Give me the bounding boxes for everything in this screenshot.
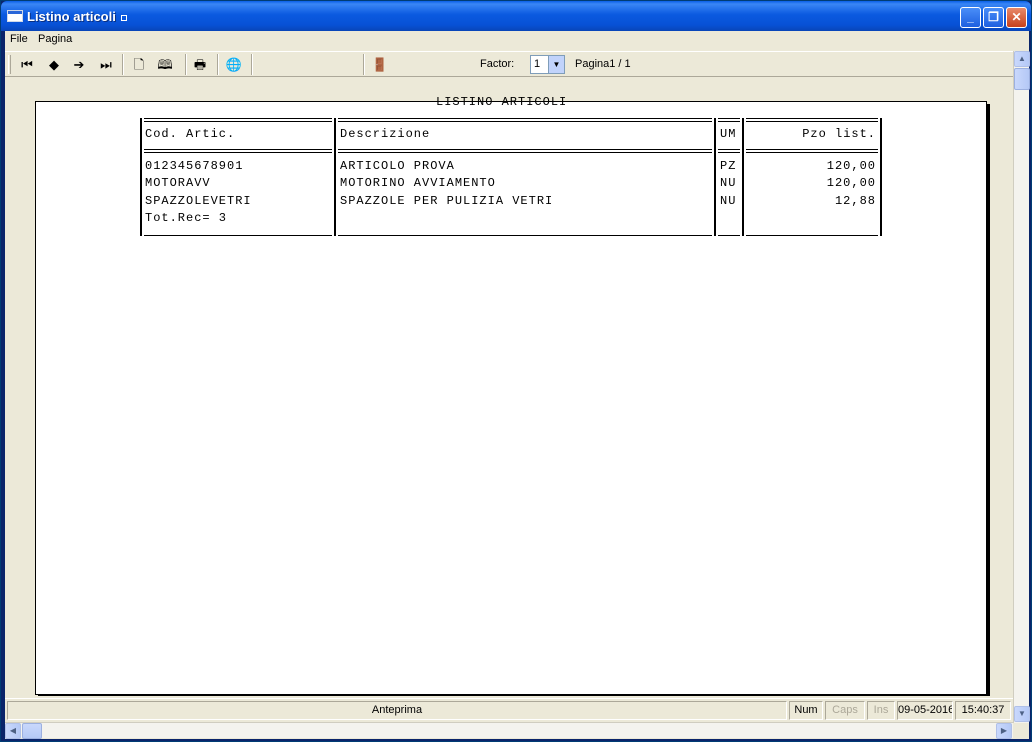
row-description: SPAZZOLE PER PULIZIA VETRI <box>340 194 554 208</box>
menu-pagina[interactable]: Pagina <box>38 33 72 45</box>
row-price: 120,00 <box>826 176 876 190</box>
header-description: Descrizione <box>340 127 431 141</box>
scroll-left-icon[interactable]: ◀ <box>5 723 21 739</box>
title-marker-icon <box>121 15 127 21</box>
single-page-icon[interactable]: 🗋 <box>128 55 150 74</box>
factor-select[interactable]: 1 ▼ <box>530 55 565 74</box>
vertical-scroll-thumb[interactable] <box>1014 68 1030 90</box>
client-area: File Pagina ⏮ ◆ ➔ ⏭ 🗋 🕮 🖶 🌐 🚪 Factor: 1 … <box>5 31 1030 739</box>
status-caps: Caps <box>825 701 865 720</box>
total-records: Tot.Rec= 3 <box>145 211 228 225</box>
toolbar-separator <box>217 54 219 75</box>
toolbar-grip[interactable] <box>8 55 11 74</box>
header-code: Cod. Artic. <box>145 127 236 141</box>
row-um: PZ <box>720 159 737 173</box>
row-price: 120,00 <box>826 159 876 173</box>
status-ins: Ins <box>867 701 895 720</box>
vertical-scrollbar[interactable]: ▲ ▼ <box>1013 51 1030 723</box>
rule <box>718 152 740 153</box>
column-border <box>714 118 716 236</box>
column-border <box>140 118 142 236</box>
scroll-down-icon[interactable]: ▼ <box>1014 706 1030 722</box>
menu-bar: File Pagina <box>5 31 1029 50</box>
row-price: 12,88 <box>834 194 876 208</box>
row-description: ARTICOLO PROVA <box>340 159 455 173</box>
row-code: MOTORAVV <box>145 176 211 190</box>
window-icon[interactable] <box>7 10 23 22</box>
print-icon[interactable]: 🖶 <box>189 55 211 74</box>
rule <box>746 152 878 153</box>
close-button[interactable]: ✕ <box>1006 7 1027 28</box>
rule <box>746 235 878 236</box>
header-um: UM <box>720 127 737 141</box>
exit-door-icon[interactable]: 🚪 <box>369 55 391 74</box>
minimize-button[interactable]: _ <box>960 7 981 28</box>
first-page-icon[interactable]: ⏮ <box>16 55 38 74</box>
rule <box>338 121 712 122</box>
rule <box>338 149 712 150</box>
restore-button[interactable]: ❐ <box>983 7 1004 28</box>
rule <box>144 121 332 122</box>
rule <box>144 235 332 236</box>
toolbar-separator <box>185 54 187 75</box>
rule <box>718 149 740 150</box>
export-icon[interactable]: 🌐 <box>223 55 245 74</box>
scroll-up-icon[interactable]: ▲ <box>1014 51 1030 67</box>
toolbar-separator <box>363 54 365 75</box>
last-page-icon[interactable]: ⏭ <box>95 55 117 74</box>
chevron-down-icon[interactable]: ▼ <box>548 56 564 73</box>
rule <box>144 152 332 153</box>
rule <box>718 118 740 119</box>
app-window: Listino articoli _ ❐ ✕ File Pagina ⏮ ◆ ➔… <box>0 0 1032 742</box>
header-price: Pzo list. <box>802 127 876 141</box>
rule <box>144 118 332 119</box>
rule <box>718 121 740 122</box>
status-bar: Anteprima Num Caps Ins 09-05-2016 15:40:… <box>5 698 1013 720</box>
row-um: NU <box>720 194 737 208</box>
page-indicator: Pagina1 / 1 <box>575 58 631 70</box>
rule <box>746 121 878 122</box>
rule <box>746 149 878 150</box>
toolbar-separator <box>122 54 124 75</box>
rule <box>718 235 740 236</box>
rule <box>746 118 878 119</box>
previous-page-icon[interactable]: ◆ <box>43 55 65 74</box>
horizontal-scrollbar[interactable]: ◀ ▶ <box>5 722 1013 739</box>
factor-label: Factor: <box>480 58 515 70</box>
column-border <box>742 118 744 236</box>
row-um: NU <box>720 176 737 190</box>
report-title: LISTINO ARTICOLI <box>436 95 568 109</box>
title-bar[interactable]: Listino articoli _ ❐ ✕ <box>1 1 1031 31</box>
rule <box>338 235 712 236</box>
preview-area[interactable]: LISTINO ARTICOLI Cod. Artic. Descrizione… <box>5 78 1013 696</box>
rule <box>338 152 712 153</box>
row-code: 012345678901 <box>145 159 244 173</box>
column-border <box>334 118 336 236</box>
rule <box>144 149 332 150</box>
horizontal-scroll-thumb[interactable] <box>22 723 42 739</box>
status-num: Num <box>789 701 823 720</box>
status-time: 15:40:37 <box>955 701 1011 720</box>
factor-value: 1 <box>534 58 541 70</box>
toolbar-separator <box>251 54 253 75</box>
next-page-icon[interactable]: ➔ <box>68 55 90 74</box>
status-date: 09-05-2016 <box>897 701 953 720</box>
row-description: MOTORINO AVVIAMENTO <box>340 176 496 190</box>
rule <box>338 118 712 119</box>
two-pages-icon[interactable]: 🕮 <box>154 55 176 74</box>
row-code: SPAZZOLEVETRI <box>145 194 252 208</box>
window-title: Listino articoli <box>27 9 116 24</box>
menu-file[interactable]: File <box>10 33 28 45</box>
report-page: LISTINO ARTICOLI Cod. Artic. Descrizione… <box>35 95 987 695</box>
column-border <box>880 118 882 236</box>
scroll-right-icon[interactable]: ▶ <box>996 723 1012 739</box>
status-mode: Anteprima <box>7 701 787 720</box>
toolbar: ⏮ ◆ ➔ ⏭ 🗋 🕮 🖶 🌐 🚪 Factor: 1 ▼ Pagina1 / … <box>5 51 1013 77</box>
